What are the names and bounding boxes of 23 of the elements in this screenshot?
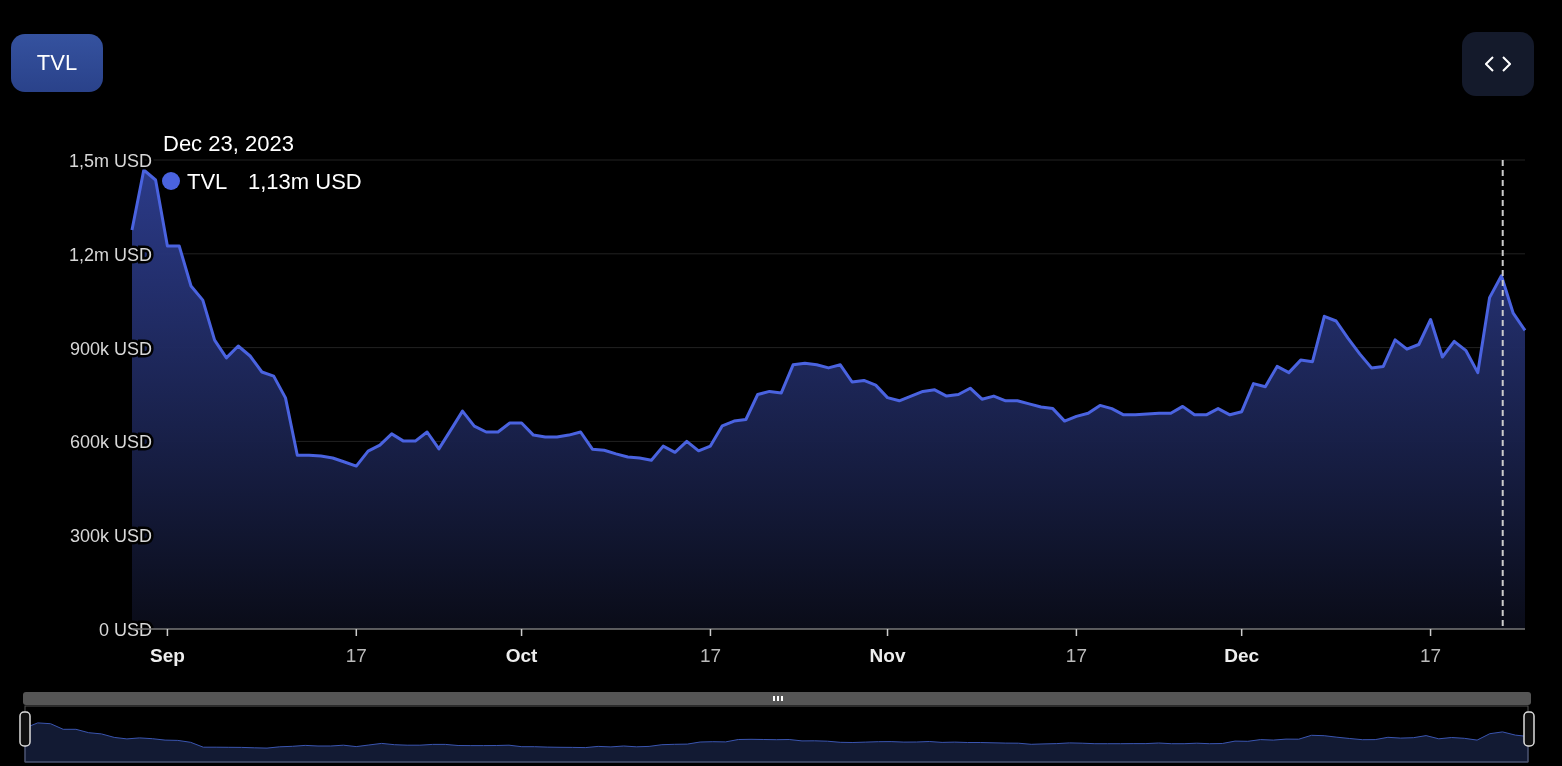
x-axis-label: Dec: [1224, 645, 1260, 666]
x-axis-label: Oct: [505, 645, 538, 666]
range-handle[interactable]: [19, 711, 31, 747]
tvl-tab[interactable]: TVL: [11, 34, 103, 92]
tooltip-value: 1,13m USD: [248, 169, 362, 194]
grip-icon: [773, 696, 783, 701]
code-icon: [1485, 56, 1511, 72]
y-axis-label: 300k USD: [69, 526, 152, 547]
x-axis-label: 17: [699, 645, 721, 666]
tooltip-date: Dec 23, 2023: [163, 131, 294, 156]
y-axis-label: 900k USD: [69, 338, 152, 359]
x-axis-label: 17: [345, 645, 367, 666]
x-axis-label: 17: [1420, 645, 1442, 666]
y-axis-label: 1,5m USD: [68, 151, 152, 171]
y-axis-label: 600k USD: [69, 432, 152, 453]
y-axis-label: 0 USD: [99, 620, 152, 640]
scroll-bar[interactable]: [23, 692, 1531, 705]
embed-button[interactable]: [1462, 32, 1534, 96]
x-axis-label: Sep: [150, 645, 185, 666]
range-handle[interactable]: [1523, 711, 1535, 747]
x-axis-label: Nov: [869, 645, 906, 666]
x-axis-label: 17: [1065, 645, 1087, 666]
tooltip-series: TVL: [187, 169, 228, 194]
